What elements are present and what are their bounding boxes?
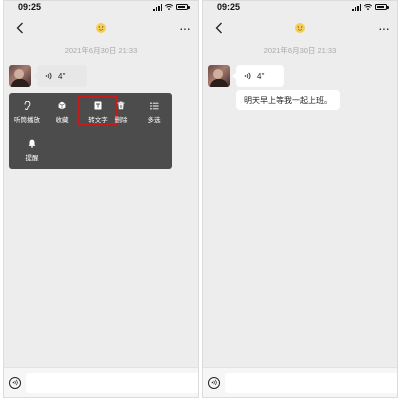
message-timestamp: 2021年6月30日 21:33 — [263, 46, 337, 55]
nav-bar: ··· — [4, 15, 198, 41]
trash-icon — [117, 101, 125, 110]
status-time: 09:25 — [217, 2, 241, 12]
voice-duration: 4'' — [257, 71, 265, 81]
chat-screen-before: 09:25 ··· 2021年6月30日 21:33 4'' 听筒播放 收藏 转… — [3, 0, 199, 398]
status-bar: 09:25 — [203, 1, 397, 13]
contact-emoji-icon — [295, 23, 305, 33]
chat-screen-after: 09:25 ··· 2021年6月30日 21:33 4'' 明天早上等我一起上… — [202, 0, 398, 398]
cube-icon — [58, 101, 66, 110]
nav-bar: ··· — [203, 15, 397, 41]
battery-icon — [375, 4, 389, 10]
menu-item-multi-select[interactable]: 多选 — [139, 101, 169, 124]
menu-item-label: 删除 — [114, 117, 128, 124]
transcript-bubble[interactable]: 明天早上等我一起上班。 — [236, 90, 340, 110]
menu-item-label: 提醒 — [25, 155, 39, 162]
avatar[interactable] — [208, 65, 230, 87]
status-time: 09:25 — [18, 2, 42, 12]
text-convert-icon — [94, 101, 102, 110]
bell-icon — [28, 139, 36, 148]
back-arrow-icon[interactable] — [211, 20, 227, 36]
menu-item-label: 听筒播放 — [14, 117, 40, 124]
menu-item-remind[interactable]: 提醒 — [17, 139, 47, 162]
avatar[interactable] — [9, 65, 31, 87]
contact-emoji-icon — [96, 23, 106, 33]
status-icons — [153, 4, 190, 11]
message-context-menu: 听筒播放 收藏 转文字 删除 多选 提醒 — [9, 93, 172, 169]
status-bar: 09:25 — [4, 1, 198, 13]
menu-item-favorite[interactable]: 收藏 — [47, 101, 77, 124]
input-bar — [4, 367, 198, 397]
wifi-icon — [165, 4, 173, 10]
voice-input-icon[interactable] — [208, 376, 220, 389]
wifi-icon — [364, 4, 372, 10]
more-options-icon[interactable]: ··· — [378, 21, 390, 35]
more-options-icon[interactable]: ··· — [179, 21, 191, 35]
voice-message-bubble[interactable]: 4'' — [232, 65, 284, 87]
voice-duration: 4'' — [58, 71, 66, 81]
signal-icon — [153, 4, 162, 11]
message-input[interactable] — [225, 372, 397, 393]
list-icon — [149, 101, 159, 110]
ear-icon — [24, 101, 31, 110]
message-input[interactable] — [26, 372, 198, 393]
voice-input-icon[interactable] — [9, 376, 21, 389]
message-timestamp: 2021年6月30日 21:33 — [64, 46, 138, 55]
menu-item-label: 收藏 — [55, 117, 69, 124]
back-arrow-icon[interactable] — [12, 20, 28, 36]
menu-item-label: 多选 — [147, 117, 161, 124]
voice-message-bubble[interactable]: 4'' — [33, 65, 87, 87]
voice-wave-icon — [244, 72, 251, 80]
input-bar — [203, 367, 397, 397]
battery-icon — [176, 4, 190, 10]
menu-item-earpiece[interactable]: 听筒播放 — [12, 101, 42, 124]
menu-item-label: 转文字 — [88, 117, 108, 124]
signal-icon — [352, 4, 361, 11]
status-icons — [352, 4, 389, 11]
menu-item-delete[interactable]: 删除 — [106, 101, 136, 124]
voice-wave-icon — [45, 72, 52, 80]
